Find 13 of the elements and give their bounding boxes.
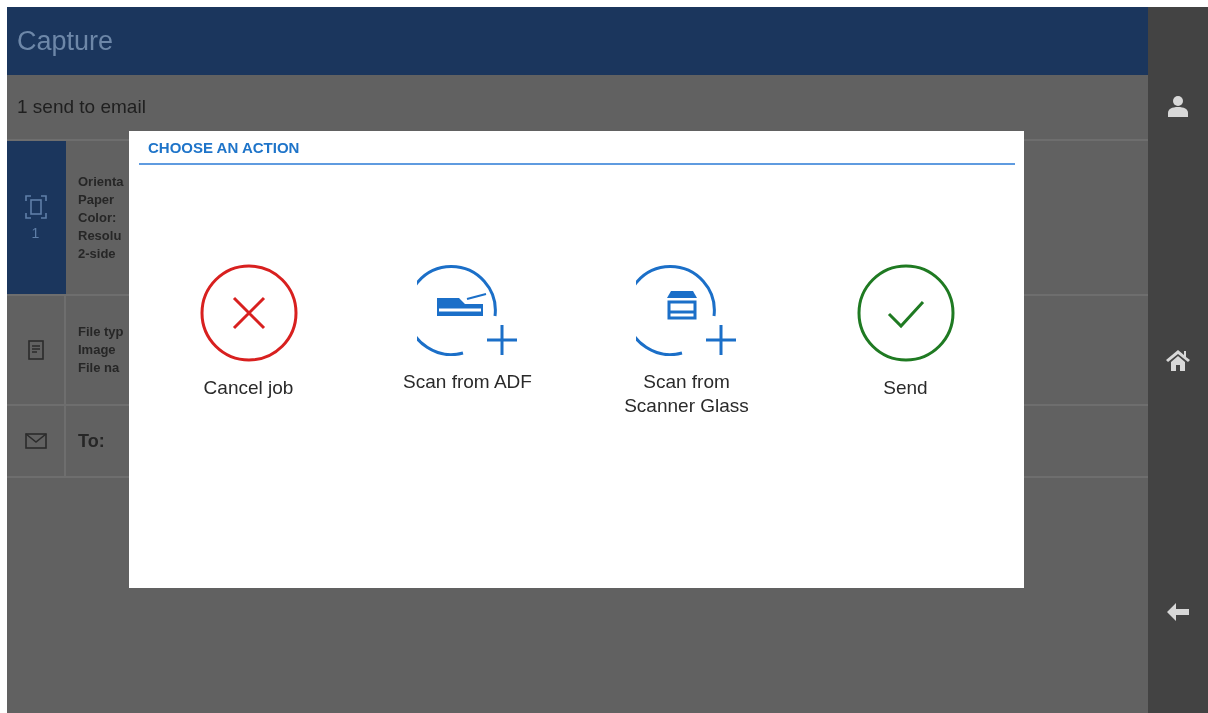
- setting-text: To:: [78, 432, 105, 450]
- job-summary: 1 send to email: [17, 96, 146, 118]
- screen-title: Capture: [17, 25, 114, 57]
- setting-text: Paper: [78, 190, 116, 209]
- setting-text: File typ: [78, 323, 124, 341]
- setting-text: Image: [78, 341, 117, 359]
- page-count: 1: [31, 224, 40, 241]
- setting-text: File na: [78, 359, 121, 377]
- setting-text: 2-side: [78, 244, 117, 263]
- setting-text: Orienta: [78, 172, 124, 191]
- setting-text: Resolu: [78, 226, 123, 245]
- dialog-title: CHOOSE AN ACTION: [139, 131, 1015, 165]
- setting-text: Color:: [78, 208, 118, 227]
